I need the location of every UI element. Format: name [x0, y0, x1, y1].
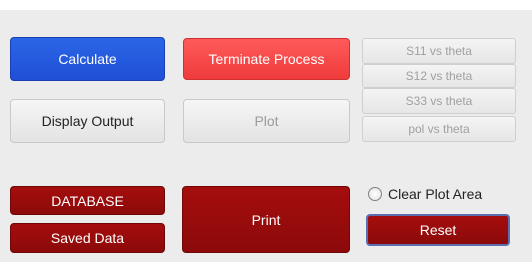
- print-button[interactable]: Print: [182, 186, 350, 253]
- plot-option-s11[interactable]: S11 vs theta: [362, 38, 516, 64]
- database-button[interactable]: DATABASE: [10, 186, 165, 215]
- terminate-process-button[interactable]: Terminate Process: [183, 38, 350, 80]
- clear-plot-area-option[interactable]: Clear Plot Area: [368, 184, 482, 204]
- plot-option-s12[interactable]: S12 vs theta: [362, 64, 516, 88]
- clear-plot-area-label: Clear Plot Area: [388, 186, 483, 202]
- plot-option-s33[interactable]: S33 vs theta: [362, 88, 516, 114]
- display-output-button[interactable]: Display Output: [10, 99, 165, 143]
- radio-button[interactable]: [368, 187, 382, 201]
- reset-button[interactable]: Reset: [366, 214, 510, 246]
- saved-data-button[interactable]: Saved Data: [10, 223, 165, 253]
- plot-button[interactable]: Plot: [183, 99, 350, 143]
- plot-option-pol[interactable]: pol vs theta: [362, 116, 516, 142]
- calculate-button[interactable]: Calculate: [10, 37, 165, 81]
